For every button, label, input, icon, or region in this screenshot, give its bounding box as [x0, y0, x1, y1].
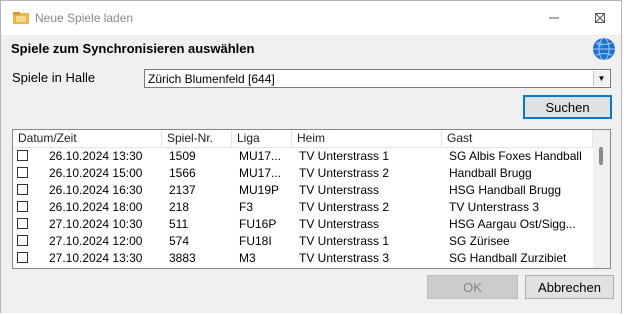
table-row[interactable]: 26.10.2024 15:00 1566 MU17... TV Unterstras…	[13, 165, 593, 182]
hall-select-value: Zürich Blumenfeld [644]	[148, 72, 275, 86]
cell-gast: Handball Brugg	[449, 166, 532, 180]
table-header: Datum/Zeit Spiel-Nr. Liga Heim Gast	[13, 130, 593, 148]
table-row[interactable]: 27.10.2024 13:30 3883 M3 TV Unterstrass 3 SG…	[13, 250, 593, 267]
window-title: Neue Spiele laden	[35, 11, 134, 25]
col-header-heim[interactable]: Heim	[292, 130, 442, 147]
dialog-heading: Spiele zum Synchronisieren auswählen	[11, 41, 255, 56]
dialog-window: Neue Spiele laden Spiele zum Synchronisi…	[0, 0, 622, 313]
table-row[interactable]: 27.10.2024 10:30 511 FU16P TV Unterstrass HS…	[13, 216, 593, 233]
scrollbar-thumb[interactable]	[599, 147, 603, 165]
col-header-liga[interactable]: Liga	[232, 130, 292, 147]
cell-heim: TV Unterstrass 1	[299, 149, 390, 163]
hall-label: Spiele in Halle	[12, 70, 96, 85]
table-row[interactable]: 26.10.2024 18:00 218 F3 TV Unterstrass 2 TV …	[13, 199, 593, 216]
cell-liga: F3	[239, 200, 254, 214]
row-checkbox[interactable]	[17, 184, 28, 195]
cell-liga: M3	[239, 251, 256, 265]
row-checkbox[interactable]	[17, 252, 28, 263]
close-icon	[595, 13, 605, 23]
cell-nr: 511	[169, 217, 189, 231]
cell-nr: 2137	[169, 183, 196, 197]
cell-liga: MU17...	[239, 149, 282, 163]
cell-datetime: 27.10.2024 12:00	[49, 234, 143, 248]
cell-liga: MU19P	[239, 183, 280, 197]
cell-heim: TV Unterstrass 3	[299, 251, 390, 265]
cell-datetime: 26.10.2024 15:00	[49, 166, 143, 180]
cell-gast: HSG Aargau Ost/Sigg...	[449, 217, 576, 231]
cell-gast: HSG Handball Brugg	[449, 183, 562, 197]
search-button[interactable]: Suchen	[523, 95, 612, 119]
hall-select[interactable]: Zürich Blumenfeld [644] ▼	[144, 69, 611, 88]
title-bar: Neue Spiele laden	[1, 1, 621, 35]
ok-button[interactable]: OK	[427, 275, 518, 299]
cell-liga: MU17...	[239, 166, 282, 180]
vertical-scrollbar[interactable]	[593, 130, 610, 268]
cell-nr: 218	[169, 200, 190, 214]
row-checkbox[interactable]	[17, 201, 28, 212]
cell-gast: SG Handball Zurzibiet	[449, 251, 567, 265]
cell-heim: TV Unterstrass 2	[299, 166, 390, 180]
cell-datetime: 26.10.2024 18:00	[49, 200, 143, 214]
cell-liga: FU16P	[239, 217, 277, 231]
cell-nr: 3883	[169, 251, 196, 265]
folder-icon	[13, 12, 29, 24]
globe-icon	[593, 37, 615, 61]
cell-datetime: 27.10.2024 13:30	[49, 251, 143, 265]
col-header-gast[interactable]: Gast	[442, 130, 593, 147]
cell-heim: TV Unterstrass	[299, 217, 380, 231]
table-row[interactable]: 26.10.2024 13:30 1509 MU17... TV Unterstras…	[13, 148, 593, 165]
row-checkbox[interactable]	[17, 167, 28, 178]
close-button[interactable]	[577, 1, 623, 35]
cell-datetime: 27.10.2024 10:30	[49, 217, 143, 231]
cell-datetime: 26.10.2024 13:30	[49, 149, 143, 163]
cell-gast: SG Albis Foxes Handball	[449, 149, 582, 163]
row-checkbox[interactable]	[17, 150, 28, 161]
col-header-nr[interactable]: Spiel-Nr.	[162, 130, 232, 147]
chevron-down-icon[interactable]: ▼	[593, 71, 609, 86]
cell-nr: 1509	[169, 149, 196, 163]
row-checkbox[interactable]	[17, 235, 28, 246]
games-table: Datum/Zeit Spiel-Nr. Liga Heim Gast 26.1…	[12, 129, 611, 269]
cell-heim: TV Unterstrass 1	[299, 234, 390, 248]
cell-datetime: 26.10.2024 16:30	[49, 183, 143, 197]
cell-gast: TV Unterstrass 3	[449, 200, 540, 214]
cancel-button[interactable]: Abbrechen	[525, 275, 614, 299]
cell-liga: FU18I	[239, 234, 272, 248]
row-checkbox[interactable]	[17, 218, 28, 229]
table-row[interactable]: 26.10.2024 16:30 2137 MU19P TV Unterstrass H…	[13, 182, 593, 199]
dialog-content: Spiele zum Synchronisieren auswählen Spi…	[1, 35, 621, 313]
cell-heim: TV Unterstrass 2	[299, 200, 390, 214]
table-row[interactable]: 27.10.2024 12:00 574 FU18I TV Unterstrass 1…	[13, 233, 593, 250]
cell-gast: SG Zürisee	[449, 234, 510, 248]
cell-nr: 574	[169, 234, 190, 248]
cell-nr: 1566	[169, 166, 196, 180]
cell-heim: TV Unterstrass	[299, 183, 380, 197]
col-header-datetime[interactable]: Datum/Zeit	[13, 130, 162, 147]
